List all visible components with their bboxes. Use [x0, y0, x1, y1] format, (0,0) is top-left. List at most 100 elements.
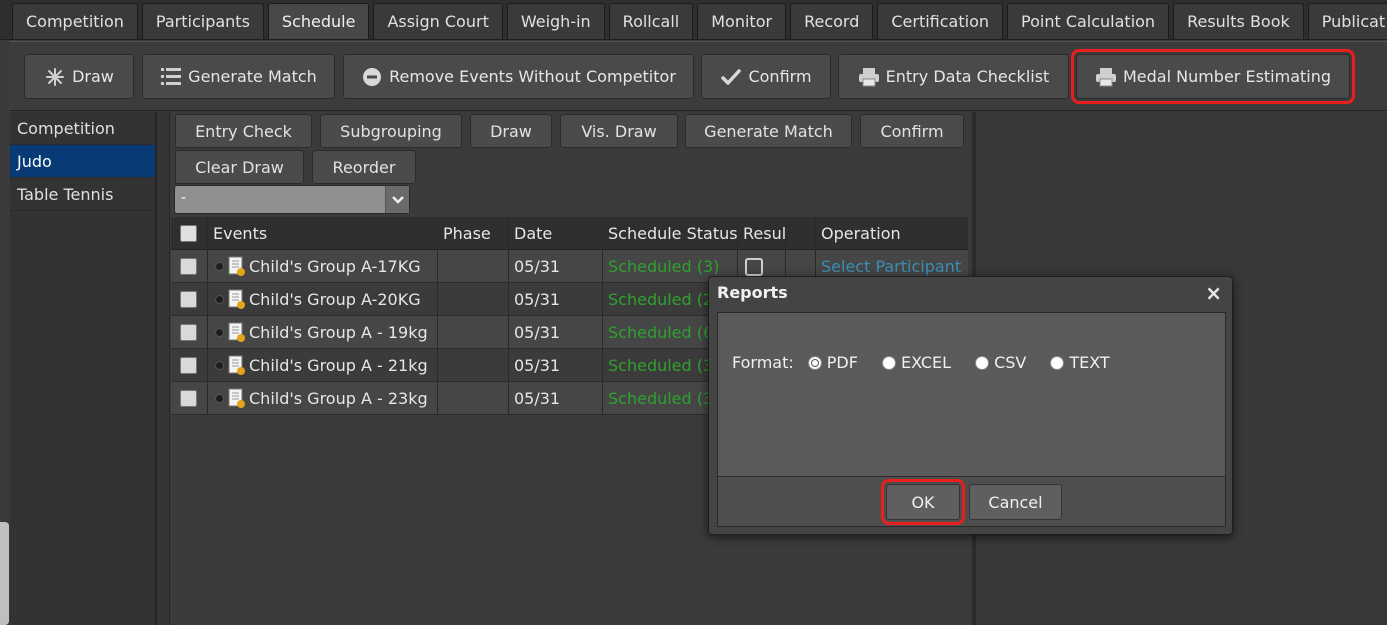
chevron-down-icon[interactable]	[385, 186, 409, 213]
confirm-button[interactable]: Confirm	[701, 54, 831, 99]
radio-pdf[interactable]	[807, 355, 822, 370]
entry-check-button[interactable]: Entry Check	[175, 114, 312, 148]
checkmark-icon	[720, 66, 742, 88]
minus-circle-icon	[361, 66, 383, 88]
radio-text[interactable]	[1050, 355, 1065, 370]
generate-match-label: Generate Match	[188, 67, 317, 86]
tab-schedule[interactable]: Schedule	[267, 3, 370, 39]
medal-number-estimating-label: Medal Number Estimating	[1122, 67, 1332, 86]
top-tab-bar: Competition Participants Schedule Assign…	[0, 0, 1387, 40]
app-window: Competition Participants Schedule Assign…	[0, 0, 1387, 625]
tab-certification[interactable]: Certification	[877, 3, 1003, 39]
list-icon	[160, 66, 182, 88]
status-dot-icon	[215, 394, 224, 403]
tab-weigh-in[interactable]: Weigh-in	[506, 3, 605, 39]
sidebar-item-table-tennis[interactable]: Table Tennis	[10, 178, 155, 211]
format-label: Format:	[732, 353, 794, 372]
dialog-footer: OK Cancel	[717, 477, 1226, 527]
date-cell: 05/31	[514, 356, 561, 375]
radio-excel[interactable]	[881, 355, 896, 370]
result-checkbox[interactable]	[745, 257, 763, 276]
format-option-excel[interactable]: EXCEL	[881, 353, 952, 372]
row-checkbox[interactable]	[180, 258, 197, 275]
close-icon[interactable]: ×	[1205, 281, 1222, 305]
header-schedule-status[interactable]: Schedule Status	[608, 217, 738, 250]
header-operation[interactable]: Operation	[821, 217, 901, 250]
tab-monitor[interactable]: Monitor	[697, 3, 787, 39]
tab-results-book[interactable]: Results Book	[1173, 3, 1304, 39]
tab-competition[interactable]: Competition	[12, 3, 138, 39]
date-cell: 05/31	[514, 257, 561, 276]
vis-draw-button[interactable]: Vis. Draw	[560, 114, 678, 148]
subgrouping-button[interactable]: Subgrouping	[320, 114, 462, 148]
sparkle-icon	[44, 66, 66, 88]
sidebar-item-judo[interactable]: Judo	[10, 145, 155, 178]
printer-icon	[1095, 66, 1117, 88]
radio-csv[interactable]	[975, 355, 990, 370]
tab-record[interactable]: Record	[790, 3, 874, 39]
entry-data-checklist-label: Entry Data Checklist	[885, 67, 1050, 86]
tab-assign-court[interactable]: Assign Court	[373, 3, 503, 39]
panel-splitter[interactable]	[156, 112, 170, 625]
generate-match-button[interactable]: Generate Match	[142, 54, 335, 99]
tab-publication[interactable]: Publicat	[1307, 3, 1387, 39]
tab-participants[interactable]: Participants	[141, 3, 264, 39]
dialog-title: Reports	[717, 283, 788, 302]
confirm-sub-button[interactable]: Confirm	[860, 114, 964, 148]
header-phase[interactable]: Phase	[443, 217, 491, 250]
generate-match-sub-button[interactable]: Generate Match	[685, 114, 852, 148]
row-checkbox[interactable]	[180, 390, 197, 407]
draw-button-label: Draw	[72, 67, 114, 86]
reports-dialog: Reports × Format: PDF EXCEL CSV TEXT OK …	[708, 276, 1233, 535]
cancel-button[interactable]: Cancel	[969, 484, 1062, 520]
select-all-checkbox[interactable]	[180, 225, 197, 242]
radio-label-csv: CSV	[994, 353, 1027, 372]
date-cell: 05/31	[514, 290, 561, 309]
status-dot-icon	[215, 295, 224, 304]
row-checkbox[interactable]	[180, 324, 197, 341]
document-icon	[226, 289, 246, 311]
header-date[interactable]: Date	[514, 217, 552, 250]
draw-button[interactable]: Draw	[24, 54, 134, 99]
filter-select[interactable]: -	[174, 185, 410, 214]
tab-point-calculation[interactable]: Point Calculation	[1007, 3, 1170, 39]
status-dot-icon	[215, 361, 224, 370]
reorder-button[interactable]: Reorder	[312, 150, 416, 184]
main-toolbar: Draw Generate Match Remove Events Withou…	[10, 41, 1387, 111]
filter-select-value: -	[181, 190, 187, 206]
event-name: Child's Group A - 21kg	[249, 356, 428, 375]
sport-sidebar: Competition Judo Table Tennis	[10, 112, 156, 625]
format-option-csv[interactable]: CSV	[975, 353, 1026, 372]
row-checkbox[interactable]	[180, 357, 197, 374]
document-icon	[226, 322, 246, 344]
radio-label-excel: EXCEL	[900, 353, 952, 372]
status-dot-icon	[215, 262, 224, 271]
draw-sub-button[interactable]: Draw	[470, 114, 552, 148]
medal-number-estimating-button[interactable]: Medal Number Estimating	[1071, 49, 1355, 104]
select-all-checkbox-cell	[180, 217, 197, 250]
format-row: Format: PDF EXCEL CSV TEXT	[732, 353, 1110, 372]
event-name: Child's Group A - 19kg	[249, 323, 428, 342]
entry-data-checklist-button[interactable]: Entry Data Checklist	[838, 54, 1069, 99]
ok-button[interactable]: OK	[881, 479, 965, 525]
status-dot-icon	[215, 328, 224, 337]
sidebar-item-competition[interactable]: Competition	[10, 112, 155, 145]
header-events[interactable]: Events	[213, 217, 267, 250]
remove-events-button[interactable]: Remove Events Without Competitor	[343, 54, 694, 99]
left-edge-handle[interactable]	[0, 522, 9, 625]
event-name: Child's Group A-17KG	[249, 257, 421, 276]
tab-rollcall[interactable]: Rollcall	[608, 3, 694, 39]
format-option-text[interactable]: TEXT	[1050, 353, 1110, 372]
row-checkbox[interactable]	[180, 291, 197, 308]
clear-draw-button[interactable]: Clear Draw	[175, 150, 304, 184]
header-result[interactable]: Resul	[743, 217, 785, 250]
event-name: Child's Group A-20KG	[249, 290, 421, 309]
date-cell: 05/31	[514, 323, 561, 342]
remove-events-label: Remove Events Without Competitor	[389, 67, 676, 86]
event-name: Child's Group A - 23kg	[249, 389, 428, 408]
printer-icon	[858, 66, 880, 88]
document-icon	[226, 256, 246, 278]
format-option-pdf[interactable]: PDF	[807, 353, 858, 372]
document-icon	[226, 355, 246, 377]
radio-label-pdf: PDF	[826, 353, 858, 372]
